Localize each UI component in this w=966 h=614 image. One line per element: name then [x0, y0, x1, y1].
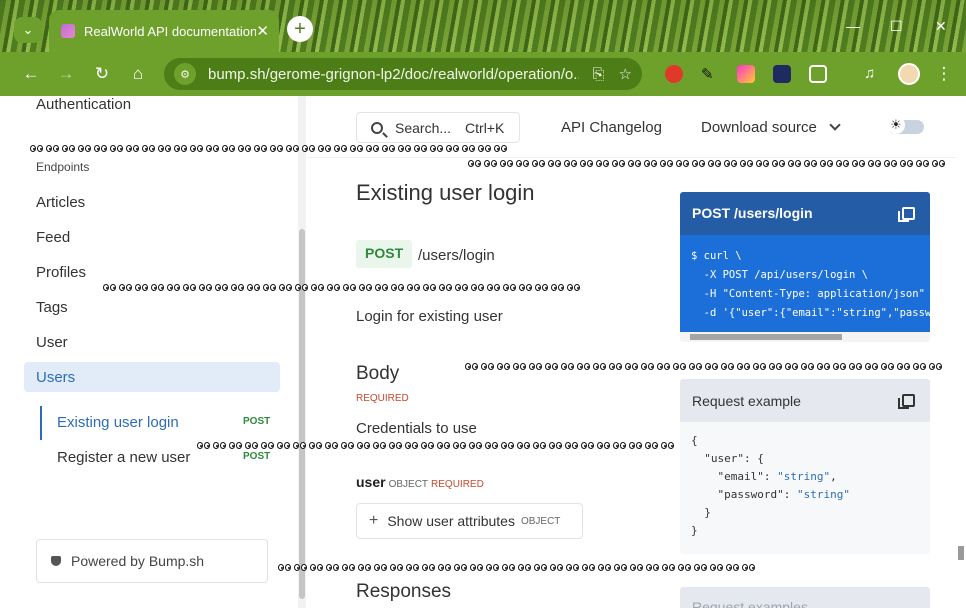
sidebar-section-endpoints: Endpoints: [36, 160, 90, 174]
field-required: REQUIRED: [431, 479, 484, 490]
address-bar[interactable]: ⚙ bump.sh/gerome-grignon-lp2/doc/realwor…: [164, 58, 642, 90]
request-example-code: { "user": { "email": "string", "password…: [691, 434, 850, 537]
request-examples-title: Request examples: [692, 599, 808, 608]
request-example-header: Request example: [680, 379, 930, 422]
menu-kebab-icon[interactable]: ⋮: [933, 63, 955, 85]
eyes-overlay-icon: [468, 158, 948, 171]
extension-red-icon[interactable]: [665, 65, 683, 83]
maximize-icon[interactable]: ☐: [890, 18, 903, 35]
copy-icon[interactable]: [898, 394, 915, 409]
code-card-header: POST /users/login: [680, 192, 930, 235]
request-example-card: Request example { "user": { "email": "st…: [680, 379, 930, 554]
minimize-icon[interactable]: —: [846, 18, 860, 34]
sidebar: Authentication Endpoints Articles Feed P…: [8, 96, 308, 608]
code-scrollbar[interactable]: [680, 332, 930, 342]
install-icon[interactable]: ⎘: [593, 66, 605, 83]
field-type: OBJECT: [388, 479, 429, 490]
plus-icon: +: [369, 512, 379, 529]
browser-toolbar: ← → ↻ ⌂ ⚙ bump.sh/gerome-grignon-lp2/doc…: [0, 52, 966, 96]
search-icon: [371, 121, 383, 134]
new-tab-button[interactable]: +: [287, 16, 313, 42]
extensions-puzzle-icon[interactable]: [809, 65, 827, 83]
browser-tab[interactable]: RealWorld API documentation ✕: [49, 10, 279, 52]
close-window-icon[interactable]: ✕: [935, 18, 947, 35]
field-name: user: [356, 474, 386, 490]
url-text: bump.sh/gerome-grignon-lp2/doc/realworld…: [208, 65, 579, 83]
sidebar-item-articles[interactable]: Articles: [36, 194, 85, 211]
download-source-button[interactable]: Download source: [701, 119, 841, 136]
show-attributes-button[interactable]: + Show user attributes OBJECT: [356, 503, 583, 539]
curl-code-card: POST /users/login $ curl \ -X POST /api/…: [680, 192, 930, 342]
eyes-overlay-icon: [278, 562, 758, 575]
eyes-overlay-icon: [197, 440, 677, 453]
active-indicator: [40, 406, 42, 440]
curl-code: $ curl \ -X POST /api/users/login \ -H "…: [680, 235, 930, 332]
sidebar-item-user[interactable]: User: [36, 334, 68, 351]
required-label: REQUIRED: [356, 393, 409, 404]
powered-by-link[interactable]: Powered by Bump.sh: [36, 539, 268, 583]
endpoint-description: Login for existing user: [356, 308, 503, 325]
search-placeholder: Search...: [395, 119, 452, 136]
show-attributes-label: Show user attributes: [387, 513, 515, 529]
close-tab-icon[interactable]: ✕: [256, 22, 269, 40]
request-example-title: Request example: [692, 393, 801, 409]
attr-type: OBJECT: [520, 515, 561, 527]
request-examples-card: Request examples: [680, 587, 930, 608]
code-card-title: POST /users/login: [692, 205, 813, 221]
sidebar-item-tags[interactable]: Tags: [36, 299, 68, 316]
sidebar-item-profiles[interactable]: Profiles: [36, 264, 86, 281]
main-scrollbar-thumb[interactable]: [958, 546, 964, 560]
responses-heading: Responses: [356, 581, 452, 602]
bump-logo-icon: [51, 556, 61, 566]
home-icon[interactable]: ⌂: [127, 63, 149, 85]
search-input[interactable]: Search... Ctrl+K: [356, 112, 520, 143]
main-content: Existing user login POST /users/login Lo…: [356, 158, 656, 608]
powered-label: Powered by Bump.sh: [71, 553, 205, 569]
sidebar-item-authentication[interactable]: Authentication: [36, 96, 131, 113]
api-changelog-link[interactable]: API Changelog: [561, 119, 662, 136]
eyes-overlay-icon: [465, 361, 945, 374]
body-heading: Body: [356, 363, 400, 384]
media-icon[interactable]: ♫: [864, 65, 882, 83]
search-shortcut: Ctrl+K: [465, 119, 505, 136]
reload-icon[interactable]: ↻: [91, 63, 113, 85]
back-icon[interactable]: ←: [20, 63, 42, 85]
sun-icon[interactable]: ☀: [887, 116, 905, 134]
eyes-overlay-icon: [30, 143, 510, 156]
sidebar-item-users[interactable]: Users: [24, 362, 280, 392]
endpoint-path: /users/login: [418, 247, 495, 264]
browser-tab-bar: ⌄ RealWorld API documentation ✕ + — ☐ ✕: [0, 0, 966, 52]
method-badge: POST: [243, 416, 271, 427]
site-settings-icon[interactable]: ⚙: [174, 63, 196, 85]
field-user: user OBJECT REQUIRED: [356, 474, 484, 490]
extension-color-icon[interactable]: [737, 65, 755, 83]
sidebar-sub-register-user[interactable]: Register a new user: [57, 449, 190, 466]
extension-dark-icon[interactable]: [773, 65, 791, 83]
code-scrollbar-thumb[interactable]: [690, 334, 842, 340]
favicon-icon: [61, 24, 75, 38]
eyedropper-icon[interactable]: ✎: [701, 65, 719, 83]
copy-icon[interactable]: [898, 207, 915, 222]
forward-icon[interactable]: →: [55, 63, 77, 85]
page: Authentication Endpoints Articles Feed P…: [8, 96, 966, 608]
tab-title: RealWorld API documentation: [84, 23, 257, 39]
download-source-label: Download source: [701, 119, 817, 136]
sidebar-sub-existing-user-login[interactable]: Existing user login: [57, 414, 179, 431]
bookmark-star-icon[interactable]: ☆: [619, 65, 632, 83]
method-badge: POST: [356, 240, 413, 268]
chevron-down-icon: [829, 119, 841, 131]
page-title: Existing user login: [356, 180, 535, 205]
sidebar-item-feed[interactable]: Feed: [36, 229, 70, 246]
eyes-overlay-icon: [103, 282, 583, 295]
tab-search-button[interactable]: ⌄: [14, 17, 42, 43]
profile-avatar[interactable]: [898, 63, 920, 85]
